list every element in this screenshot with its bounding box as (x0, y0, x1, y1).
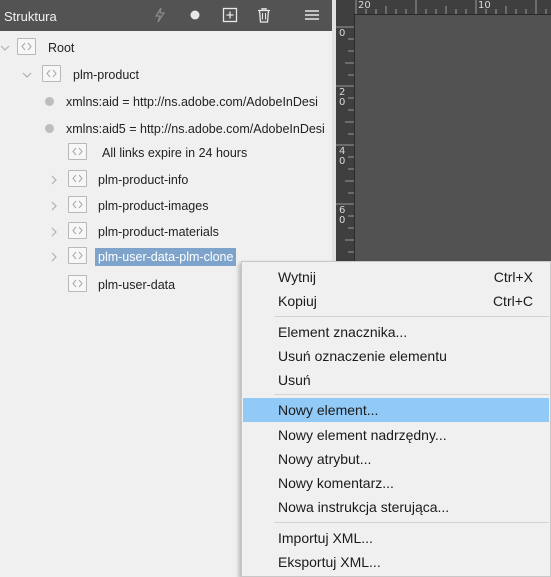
element-tag-icon (68, 170, 87, 187)
menu-separator (274, 316, 549, 317)
attribute-dot-icon (45, 124, 54, 133)
tree-row-attribute[interactable]: xmlns:aid5 = http://ns.adobe.com/AdobeIn… (0, 119, 330, 139)
element-tag-icon (68, 247, 87, 264)
menu-item-new-element[interactable]: Nowy element... (243, 398, 549, 422)
chevron-right-icon[interactable] (49, 201, 59, 211)
tree-row-root[interactable]: Root (0, 38, 330, 58)
menu-item-label: Kopiuj (278, 293, 317, 309)
horizontal-ruler[interactable]: 20 10 (336, 0, 551, 15)
menu-item-untag-element[interactable]: Usuń oznaczenie elementu (243, 344, 549, 368)
tree-label: plm-product (73, 68, 139, 82)
element-tag-icon (68, 222, 87, 239)
chevron-down-icon[interactable] (0, 43, 10, 53)
menu-item-label: Nowy komentarz... (278, 475, 394, 491)
menu-item-copy[interactable]: Kopiuj Ctrl+C (243, 289, 549, 313)
tree-row-plm-product[interactable]: plm-product (0, 65, 330, 85)
ruler-number: 6 0 (339, 205, 346, 226)
element-tag-icon (68, 143, 87, 160)
tree-row-element[interactable]: plm-product-images (0, 196, 330, 216)
ruler-number: 4 0 (339, 146, 346, 167)
chevron-right-icon[interactable] (49, 252, 59, 262)
element-tag-icon (68, 275, 87, 292)
tree-label: xmlns:aid5 = http://ns.adobe.com/AdobeIn… (66, 122, 325, 136)
tree-label: plm-product-materials (98, 225, 219, 239)
menu-separator (274, 394, 549, 395)
chevron-right-icon[interactable] (49, 175, 59, 185)
tree-row-element[interactable]: All links expire in 24 hours (0, 143, 330, 163)
tree-label: All links expire in 24 hours (102, 146, 248, 160)
menu-item-label: Eksportuj XML... (278, 554, 381, 570)
menu-item-new-processing-instruction[interactable]: Nowa instrukcja sterująca... (243, 495, 549, 519)
menu-item-label: Nowy element... (278, 402, 379, 418)
element-tag-icon (42, 65, 61, 82)
menu-item-label: Nowy element nadrzędny... (278, 427, 447, 443)
chevron-right-icon[interactable] (49, 227, 59, 237)
tree-label: plm-user-data (98, 278, 176, 292)
menu-item-label: Usuń oznaczenie elementu (278, 348, 447, 364)
menu-item-tag-element[interactable]: Element znacznika... (243, 320, 549, 344)
menu-item-new-comment[interactable]: Nowy komentarz... (243, 471, 549, 495)
element-tag-icon (68, 196, 87, 213)
ruler-number: 20 (358, 0, 371, 11)
menu-item-label: Nowa instrukcja sterująca... (278, 499, 450, 515)
dot-icon[interactable] (186, 6, 204, 24)
menu-item-new-attribute[interactable]: Nowy atrybut... (243, 447, 549, 471)
tree-label: Root (48, 41, 75, 55)
menu-item-new-parent-element[interactable]: Nowy element nadrzędny... (243, 423, 549, 447)
add-box-icon[interactable] (221, 6, 239, 24)
lightning-icon[interactable] (151, 6, 169, 24)
menu-item-shortcut: Ctrl+C (492, 293, 533, 309)
element-tag-icon (17, 38, 36, 55)
menu-item-cut[interactable]: Wytnij Ctrl+X (243, 265, 549, 289)
trash-icon[interactable] (255, 6, 273, 24)
menu-item-label: Nowy atrybut... (278, 451, 372, 467)
ruler-number: 2 0 (339, 87, 346, 108)
menu-item-delete[interactable]: Usuń (243, 368, 549, 392)
menu-item-import-xml[interactable]: Importuj XML... (243, 526, 549, 550)
tree-row-element[interactable]: plm-product-info (0, 170, 330, 190)
tree-label: plm-product-images (98, 199, 209, 213)
menu-item-label: Wytnij (278, 269, 316, 285)
menu-item-label: Usuń (278, 372, 311, 388)
tree-label: plm-user-data-plm-clone (95, 248, 237, 266)
tree-row-attribute[interactable]: xmlns:aid = http://ns.adobe.com/AdobeInD… (0, 92, 330, 112)
attribute-dot-icon (45, 97, 54, 106)
menu-item-label: Element znacznika... (278, 324, 408, 340)
panel-header: Struktura (0, 0, 332, 31)
menu-separator (274, 522, 549, 523)
menu-item-export-xml[interactable]: Eksportuj XML... (243, 550, 549, 574)
menu-item-label: Importuj XML... (278, 530, 373, 546)
menu-icon[interactable] (303, 6, 321, 24)
panel-title: Struktura (4, 9, 57, 24)
tree-label: xmlns:aid = http://ns.adobe.com/AdobeInD… (66, 95, 318, 109)
tree-row-element[interactable]: plm-product-materials (0, 222, 330, 242)
context-menu: Wytnij Ctrl+X Kopiuj Ctrl+C Element znac… (241, 261, 551, 577)
ruler-number: 10 (478, 0, 491, 11)
chevron-down-icon[interactable] (22, 70, 32, 80)
ruler-number: 0 (339, 28, 346, 39)
tree-label: plm-product-info (98, 173, 189, 187)
menu-item-shortcut: Ctrl+X (493, 269, 533, 285)
